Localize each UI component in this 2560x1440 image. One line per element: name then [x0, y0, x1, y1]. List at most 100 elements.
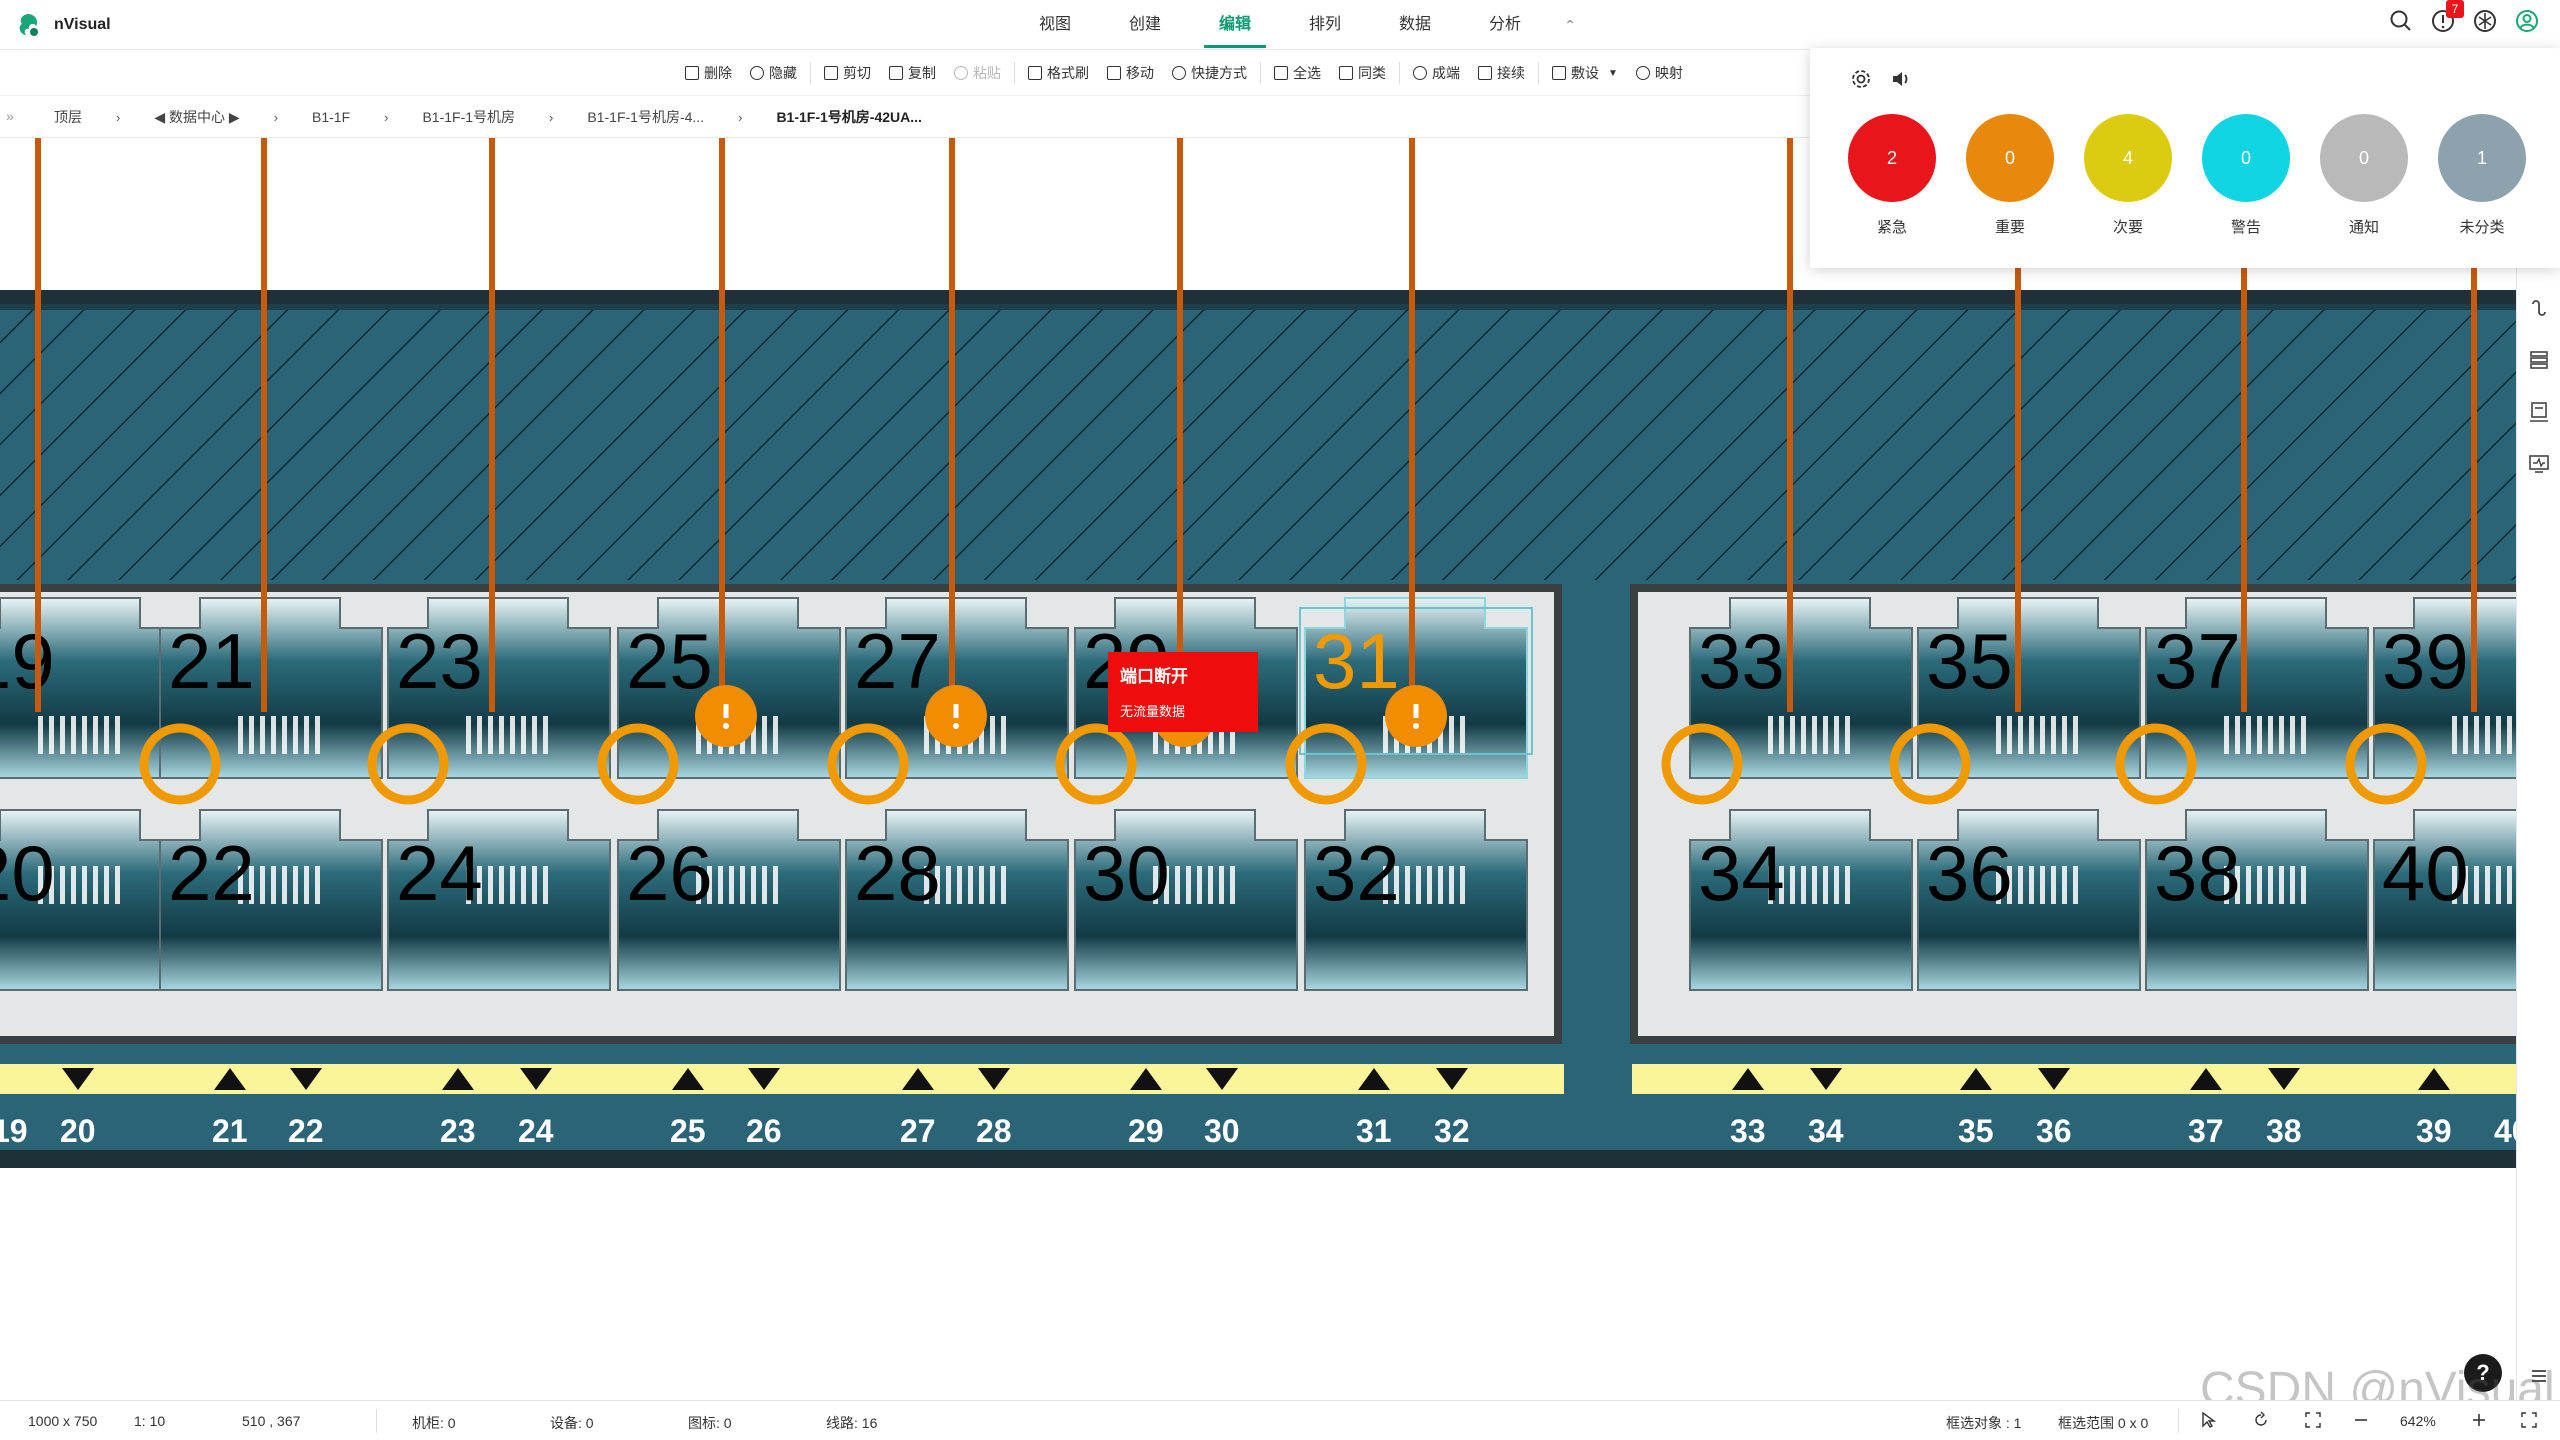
port-pin — [2062, 866, 2067, 904]
tool-lay-cable-button[interactable]: 敷设 ▼ — [1543, 50, 1627, 96]
alarm-count-badge: 4 — [2084, 114, 2172, 202]
port-40: 40 — [2373, 809, 2516, 991]
tool-eye-button[interactable]: 隐藏 — [741, 50, 806, 96]
tool-trash-button[interactable]: 删除 — [676, 50, 741, 96]
canvas-size: 1000 x 750 — [28, 1413, 98, 1429]
pointer-tool-icon[interactable] — [2200, 1411, 2218, 1432]
port-pin — [718, 866, 723, 904]
alarm-notification-icon[interactable]: 7 — [2430, 0, 2464, 34]
tool-select-all-button[interactable]: 全选 — [1265, 50, 1330, 96]
port-pin — [71, 866, 76, 904]
tool-paste-button[interactable]: 粘贴 — [945, 50, 1010, 96]
icon-count: 图标: 0 — [688, 1415, 732, 1431]
rotate-icon[interactable] — [2252, 1411, 2270, 1432]
port-pin — [2051, 866, 2056, 904]
drawing-canvas[interactable]: 19 21 23 25 27 29 31 33 35 37 39 20 22 24 26 28 30 32 34 36… — [0, 138, 2516, 1400]
port-pin — [1812, 866, 1817, 904]
port-pin — [1845, 866, 1850, 904]
tool-shortcut-button[interactable]: 快捷方式 — [1163, 50, 1256, 96]
port-pin — [271, 866, 276, 904]
sound-icon[interactable] — [1890, 68, 1912, 90]
alarm-level-item[interactable]: 0 警告 — [2202, 114, 2290, 237]
layer-list-icon[interactable] — [2527, 348, 2551, 372]
line-count: 线路: 16 — [826, 1415, 878, 1431]
port-pin — [2224, 716, 2229, 754]
monitor-view-icon[interactable] — [2527, 452, 2551, 476]
alarm-level-item[interactable]: 4 次要 — [2084, 114, 2172, 237]
port-number-label: 31 — [1313, 617, 1400, 705]
splice-icon — [1478, 66, 1492, 80]
alarm-level-item[interactable]: 0 重要 — [1966, 114, 2054, 237]
port-pin — [93, 866, 98, 904]
port-number-label: 25 — [626, 617, 713, 705]
strip-port-label: 20 — [60, 1113, 96, 1149]
port-pin — [1219, 866, 1224, 904]
alarm-level-item[interactable]: 0 通知 — [2320, 114, 2408, 237]
port-pin — [38, 716, 43, 754]
menu-lines-icon[interactable] — [2527, 1364, 2551, 1388]
menu-view[interactable]: 视图 — [1010, 0, 1100, 50]
menu-data[interactable]: 数据 — [1370, 0, 1460, 50]
port-pin — [282, 866, 287, 904]
tool-move-button[interactable]: 移动 — [1098, 50, 1163, 96]
menu-create[interactable]: 创建 — [1100, 0, 1190, 50]
gear-icon[interactable] — [1850, 68, 1872, 90]
port-pin — [2290, 866, 2295, 904]
expand-panel-icon[interactable]: » — [6, 108, 14, 124]
menu-analysis[interactable]: 分析 — [1460, 0, 1550, 50]
fit-screen-icon[interactable] — [2304, 1411, 2322, 1432]
port-number-label: 30 — [1083, 829, 1170, 917]
port-pin — [1768, 716, 1773, 754]
breadcrumb-item[interactable]: B1-1F-1号机房-4... — [573, 107, 718, 127]
alarm-level-label: 未分类 — [2459, 219, 2505, 236]
port-pin — [2051, 716, 2056, 754]
settings-network-icon[interactable] — [2472, 8, 2498, 34]
zoom-level[interactable]: 642% — [2400, 1413, 2436, 1429]
user-avatar-icon[interactable] — [2514, 8, 2540, 34]
breadcrumb-item[interactable]: B1-1F — [298, 109, 364, 125]
search-icon[interactable] — [2388, 8, 2414, 34]
tool-copy-button[interactable]: 复制 — [880, 50, 945, 96]
link-panel-icon[interactable] — [2527, 296, 2551, 320]
zoom-in-icon[interactable] — [2470, 1411, 2488, 1432]
fullscreen-icon[interactable] — [2520, 1411, 2538, 1432]
port-pin — [2246, 866, 2251, 904]
port-pin — [2496, 866, 2501, 904]
alarm-level-item[interactable]: 2 紧急 — [1848, 114, 1936, 237]
tool-label: 隐藏 — [769, 65, 797, 81]
tool-mapping-button[interactable]: 映射 — [1627, 50, 1692, 96]
alarm-count-badge: 2 — [1848, 114, 1936, 202]
collapse-menu-icon[interactable]: ⌃ — [1550, 0, 1590, 50]
help-button[interactable]: ? — [2464, 1354, 2502, 1392]
tool-terminate-button[interactable]: 成端 — [1404, 50, 1469, 96]
tool-label: 敷设 — [1571, 65, 1599, 81]
alarm-level-list: 2 紧急 0 重要 4 次要 0 警告 0 通知 1 未分类 — [1848, 114, 2526, 237]
breadcrumb-item[interactable]: B1-1F-1号机房-42UA... — [762, 107, 935, 127]
port-pin — [1001, 716, 1006, 754]
status-divider — [2178, 1409, 2179, 1433]
port-pin — [1460, 716, 1465, 754]
menu-edit[interactable]: 编辑 — [1190, 0, 1280, 50]
app-logo[interactable]: nVisual — [14, 10, 111, 40]
alarm-level-item[interactable]: 1 未分类 — [2438, 114, 2526, 237]
toolbar-divider — [1538, 62, 1539, 84]
port-pin — [762, 716, 767, 754]
tool-splice-button[interactable]: 接续 — [1469, 50, 1534, 96]
tool-scissors-button[interactable]: 剪切 — [815, 50, 880, 96]
port-pin — [238, 716, 243, 754]
device-library-icon[interactable] — [2527, 400, 2551, 424]
trash-icon — [685, 66, 699, 80]
menu-arrange[interactable]: 排列 — [1280, 0, 1370, 50]
port-pin — [1175, 866, 1180, 904]
tool-same-type-button[interactable]: 同类 — [1330, 50, 1395, 96]
zoom-out-icon[interactable] — [2352, 1411, 2370, 1432]
port-pin — [532, 866, 537, 904]
rack-count: 机柜: 0 — [412, 1415, 456, 1431]
breadcrumb-item[interactable]: 顶层 — [40, 107, 96, 127]
breadcrumb-item[interactable]: ◀ 数据中心 ▶ — [140, 107, 253, 127]
port-pin — [990, 716, 995, 754]
tool-label: 删除 — [704, 65, 732, 81]
port-pin — [115, 866, 120, 904]
tool-format-brush-button[interactable]: 格式刷 — [1019, 50, 1098, 96]
breadcrumb-item[interactable]: B1-1F-1号机房 — [408, 107, 529, 127]
